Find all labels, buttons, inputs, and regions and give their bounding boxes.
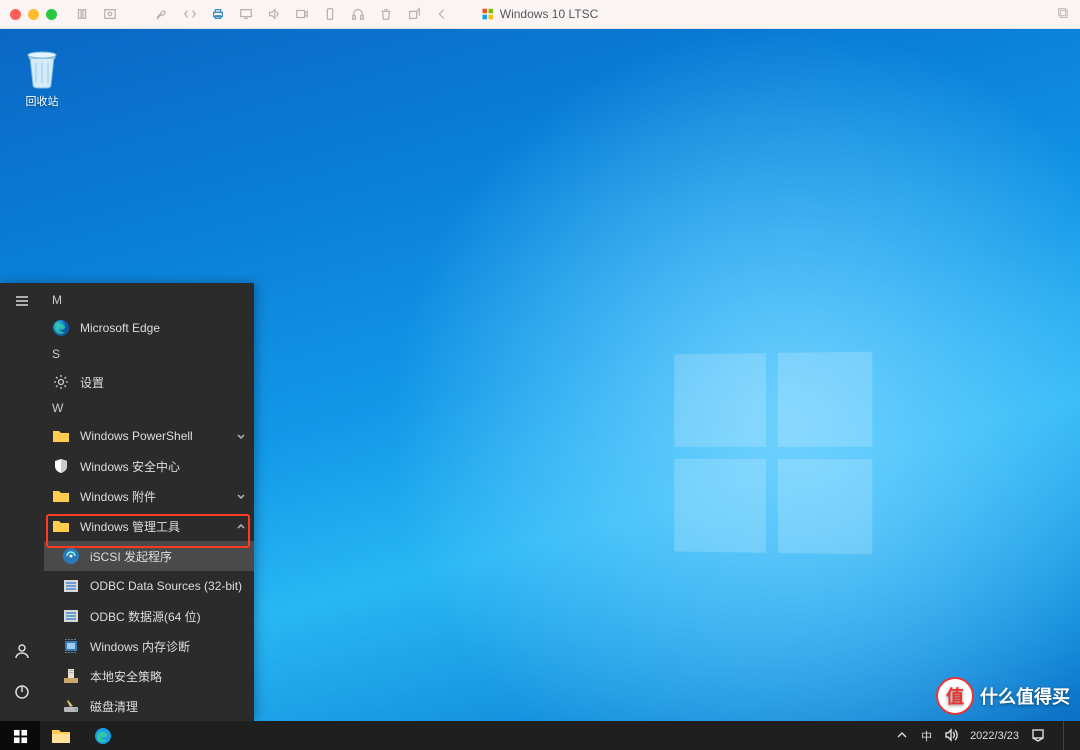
tray-chevron-up-icon[interactable] [895, 728, 909, 745]
shield-icon [52, 457, 70, 475]
tablet-icon[interactable] [323, 7, 337, 21]
recycle-bin-desktop-icon[interactable]: 回收站 [14, 49, 70, 109]
titlebar-right [1056, 6, 1070, 23]
watermark: 值 什么值得买 [936, 677, 1070, 715]
screen-icon[interactable] [239, 7, 253, 21]
recycle-bin-icon [24, 49, 60, 89]
gear-icon [52, 373, 70, 391]
watermark-text: 什么值得买 [980, 683, 1070, 709]
app-label: 本地安全策略 [90, 668, 162, 685]
tray-notifications-icon[interactable] [1031, 728, 1045, 745]
tray-volume-icon[interactable] [944, 728, 958, 745]
folder-icon [52, 517, 70, 535]
folder-icon [52, 487, 70, 505]
tray-ime-indicator[interactable]: 中 [921, 728, 932, 744]
headphones-icon[interactable] [351, 7, 365, 21]
copy-icon[interactable] [1056, 11, 1070, 23]
share-icon[interactable] [407, 7, 421, 21]
taskbar: 中 2022/3/23 [0, 721, 1080, 750]
app-disk-cleanup[interactable]: 磁盘清理 [44, 691, 254, 721]
app-label: Windows 附件 [80, 488, 156, 505]
start-rail [0, 283, 44, 721]
minimize-window-button[interactable] [28, 9, 39, 20]
odbc-icon [62, 577, 80, 595]
app-label: Windows 管理工具 [80, 518, 180, 535]
app-label: Windows PowerShell [80, 429, 193, 443]
app-odbc-64[interactable]: ODBC 数据源(64 位) [44, 601, 254, 631]
camera-icon[interactable] [295, 7, 309, 21]
app-local-security-policy[interactable]: 本地安全策略 [44, 661, 254, 691]
section-header-w[interactable]: W [44, 397, 254, 421]
taskbar-file-explorer[interactable] [40, 721, 82, 750]
app-label: ODBC Data Sources (32-bit) [90, 579, 242, 593]
watermark-badge: 值 [936, 677, 974, 715]
printer-icon[interactable] [211, 7, 225, 21]
pause-icon[interactable] [75, 7, 89, 21]
app-settings[interactable]: 设置 [44, 367, 254, 397]
app-list[interactable]: M Microsoft Edge S 设置 W Windows PowerShe… [44, 283, 254, 721]
app-label: 设置 [80, 374, 104, 391]
user-icon[interactable] [14, 643, 30, 662]
close-window-button[interactable] [10, 9, 21, 20]
traffic-lights [10, 9, 57, 20]
app-label: Windows 内存诊断 [90, 638, 190, 655]
security-policy-icon [62, 667, 80, 685]
app-label: iSCSI 发起程序 [90, 548, 172, 565]
chevron-down-icon [236, 490, 246, 504]
windows-mark-icon [482, 8, 494, 20]
app-iscsi-initiator[interactable]: iSCSI 发起程序 [44, 541, 254, 571]
app-odbc-32[interactable]: ODBC Data Sources (32-bit) [44, 571, 254, 601]
folder-windows-admin-tools[interactable]: Windows 管理工具 [44, 511, 254, 541]
wrench-icon[interactable] [155, 7, 169, 21]
odbc-icon [62, 607, 80, 625]
chevron-up-icon [236, 520, 246, 534]
folder-icon [52, 427, 70, 445]
app-label: Microsoft Edge [80, 321, 160, 335]
mac-titlebar: Windows 10 LTSC [0, 0, 1080, 29]
sound-icon[interactable] [267, 7, 281, 21]
window-title-text: Windows 10 LTSC [500, 7, 598, 21]
window-title: Windows 10 LTSC [482, 7, 598, 21]
section-header-s[interactable]: S [44, 343, 254, 367]
app-label: Windows 安全中心 [80, 458, 180, 475]
code-icon[interactable] [183, 7, 197, 21]
chevron-down-icon [236, 430, 246, 444]
zoom-window-button[interactable] [46, 9, 57, 20]
recycle-bin-label: 回收站 [14, 93, 70, 109]
power-icon[interactable] [14, 684, 30, 703]
edge-icon [52, 319, 70, 337]
snapshot-icon[interactable] [103, 7, 117, 21]
wallpaper-windows-logo [674, 352, 872, 555]
show-desktop-button[interactable] [1063, 721, 1070, 750]
app-microsoft-edge[interactable]: Microsoft Edge [44, 313, 254, 343]
iscsi-icon [62, 547, 80, 565]
memory-icon [62, 637, 80, 655]
vm-toolbar [75, 7, 449, 21]
chevron-left-icon[interactable] [435, 7, 449, 21]
desktop[interactable]: 回收站 M Microsoft Edge S 设置 W Wind [0, 29, 1080, 750]
system-tray: 中 2022/3/23 [895, 721, 1080, 750]
app-memory-diagnostic[interactable]: Windows 内存诊断 [44, 631, 254, 661]
folder-windows-powershell[interactable]: Windows PowerShell [44, 421, 254, 451]
app-windows-security[interactable]: Windows 安全中心 [44, 451, 254, 481]
app-label: 磁盘清理 [90, 698, 138, 715]
app-label: ODBC 数据源(64 位) [90, 608, 201, 625]
taskbar-edge[interactable] [82, 721, 124, 750]
disk-cleanup-icon [62, 697, 80, 715]
start-button[interactable] [0, 721, 40, 750]
tray-date[interactable]: 2022/3/23 [970, 730, 1019, 742]
start-menu: M Microsoft Edge S 设置 W Windows PowerShe… [0, 283, 254, 721]
section-header-m[interactable]: M [44, 289, 254, 313]
hamburger-icon[interactable] [14, 293, 30, 312]
trash-icon[interactable] [379, 7, 393, 21]
folder-windows-accessories[interactable]: Windows 附件 [44, 481, 254, 511]
